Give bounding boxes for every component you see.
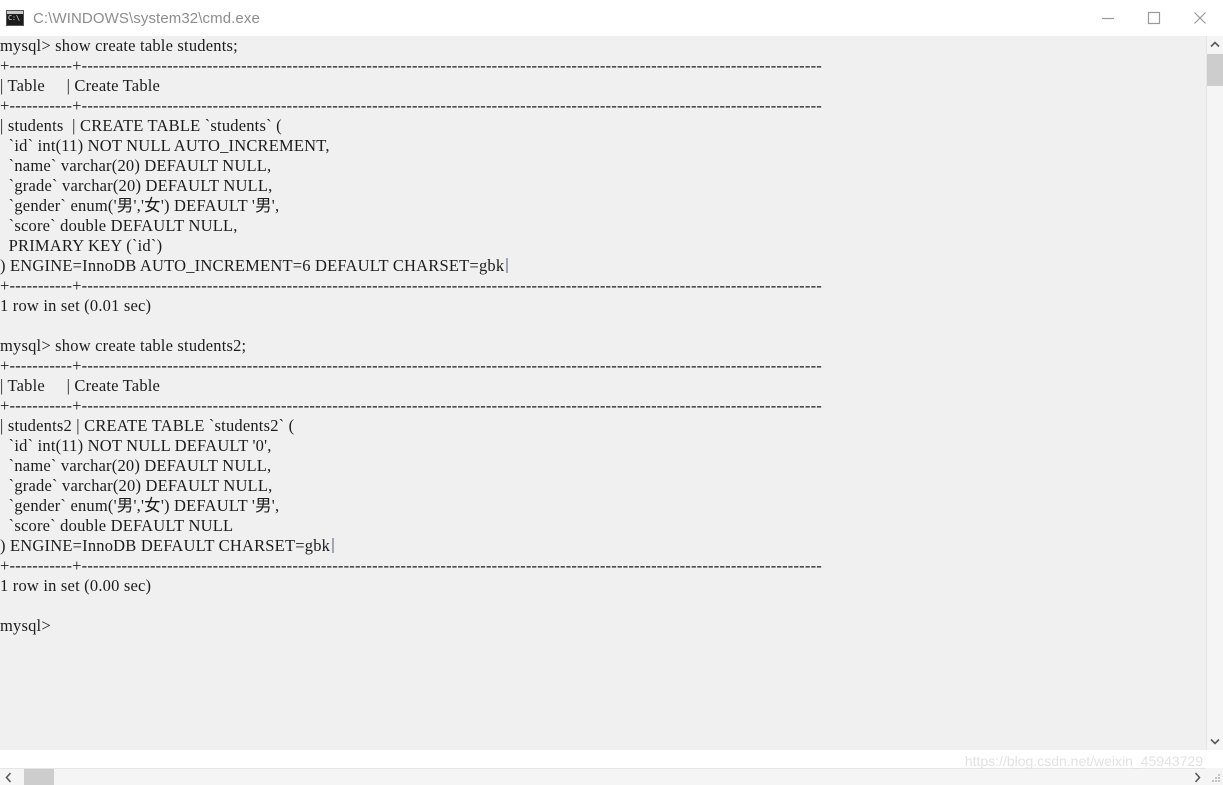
terminal-cursor [332,538,335,553]
resize-grip-icon[interactable] [1212,774,1221,783]
horizontal-scroll-thumb[interactable] [24,769,54,785]
terminal-line: 1 row in set (0.01 sec) [0,296,152,315]
window-titlebar[interactable]: C:\ C:\WINDOWS\system32\cmd.exe [0,0,1223,37]
terminal-line: `score` double DEFAULT NULL [0,516,234,535]
terminal-line: `gender` enum('男','女') DEFAULT '男', [0,496,280,515]
terminal-line: `grade` varchar(20) DEFAULT NULL, [0,476,273,495]
terminal-line: `gender` enum('男','女') DEFAULT '男', [0,196,280,215]
terminal-line: PRIMARY KEY (`id`) [0,236,163,255]
terminal-line: | Table | Create Table [0,76,161,95]
scroll-left-arrow[interactable] [0,769,17,785]
minimize-button[interactable] [1085,0,1131,36]
terminal-line: mysql> show create table students; [0,36,238,55]
window-controls [1085,0,1223,36]
terminal-line: ) ENGINE=InnoDB AUTO_INCREMENT=6 DEFAULT… [0,256,822,276]
vertical-scroll-thumb[interactable] [1207,54,1223,86]
horizontal-scrollbar[interactable] [0,768,1206,785]
scroll-up-arrow[interactable] [1207,36,1223,53]
terminal-cursor [506,258,509,273]
vertical-scrollbar[interactable] [1206,36,1223,750]
window-title: C:\WINDOWS\system32\cmd.exe [33,9,260,27]
terminal-line: | Table | Create Table [0,376,161,395]
terminal-line: `id` int(11) NOT NULL DEFAULT '0', [0,436,272,455]
terminal-line: `name` varchar(20) DEFAULT NULL, [0,156,272,175]
terminal-line: | students | CREATE TABLE `students` ( [0,116,282,135]
scroll-down-arrow[interactable] [1207,733,1223,750]
terminal-line: `grade` varchar(20) DEFAULT NULL, [0,176,273,195]
terminal-line: | students2 | CREATE TABLE `students2` ( [0,416,295,435]
terminal-line: +-----------+---------------------------… [0,356,822,375]
icon-prompt-text: C:\ [8,14,20,22]
terminal-line: +-----------+---------------------------… [0,396,822,415]
watermark-text: https://blog.csdn.net/weixin_45943729 [964,753,1203,769]
terminal-line: +-----------+---------------------------… [0,276,822,295]
cmd-window: C:\ C:\WINDOWS\system32\cmd.exe mysql> s… [0,0,1223,785]
terminal-line: `id` int(11) NOT NULL AUTO_INCREMENT, [0,136,330,155]
terminal-line: +-----------+---------------------------… [0,56,822,75]
terminal-line: `name` varchar(20) DEFAULT NULL, [0,456,272,475]
terminal-line: +-----------+---------------------------… [0,556,822,575]
terminal-output-area[interactable]: mysql> show create table students; +-----… [0,36,1206,750]
terminal-line: +-----------+---------------------------… [0,96,822,115]
scroll-right-arrow[interactable] [1189,769,1206,785]
terminal-line: 1 row in set (0.00 sec) [0,576,152,595]
maximize-button[interactable] [1131,0,1177,36]
terminal-line: `score` double DEFAULT NULL, [0,216,238,235]
close-button[interactable] [1177,0,1223,36]
terminal-line: ) ENGINE=InnoDB DEFAULT CHARSET=gbk [0,536,822,556]
scrollbar-corner [1206,768,1223,785]
terminal-line: mysql> [0,616,51,635]
terminal-text: mysql> show create table students; +-----… [0,36,822,636]
cmd-console-icon: C:\ [6,10,24,26]
terminal-line: mysql> show create table students2; [0,336,247,355]
